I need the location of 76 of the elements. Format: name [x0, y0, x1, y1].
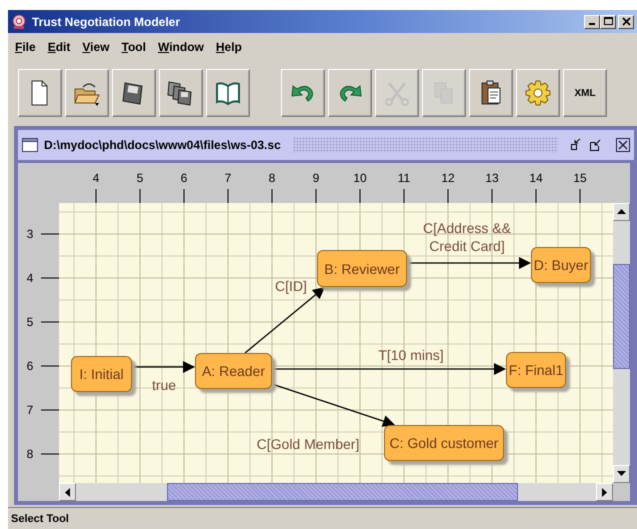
ruler-label: 15 [573, 171, 587, 185]
save-all-button[interactable] [159, 69, 203, 117]
ruler-label: 8 [26, 447, 34, 461]
state-node[interactable]: C: Gold customer [384, 425, 504, 461]
ruler-label: 5 [136, 171, 144, 185]
transition-label: C[Gold Member] [256, 435, 360, 453]
ruler-label: 4 [92, 171, 100, 185]
scroll-right-button[interactable] [596, 483, 613, 501]
transition-label: true [152, 376, 176, 394]
vertical-scrollbar[interactable] [613, 203, 630, 483]
ruler-label: 11 [398, 171, 410, 185]
xml-button[interactable]: XML [563, 69, 607, 117]
maximize-window-icon [589, 138, 602, 152]
ruler-label: 9 [312, 171, 320, 185]
transition-label: T[10 mins] [378, 346, 444, 364]
close-icon [622, 17, 630, 26]
state-node[interactable]: B: Reviewer [317, 250, 407, 287]
maximize-button[interactable] [600, 14, 616, 28]
menu-item[interactable]: Help [210, 38, 248, 56]
transition-label: C[Address && Credit Card] [422, 219, 512, 255]
status-text: Select Tool [11, 512, 69, 524]
ruler-label: 6 [26, 359, 34, 373]
transition-arrow [132, 361, 195, 373]
menu-item[interactable]: Edit [42, 38, 76, 56]
ruler-label: 3 [26, 227, 34, 241]
menu-item[interactable]: Window [152, 38, 210, 56]
app-icon [11, 14, 27, 30]
document-window-icon [22, 138, 38, 152]
ruler-label: 10 [353, 171, 367, 185]
scrollbar-corner [613, 483, 630, 501]
scroll-right-arrow-icon [602, 488, 608, 496]
close-window-button[interactable] [616, 138, 630, 152]
minimize-button[interactable] [584, 14, 600, 28]
scroll-left-button[interactable] [59, 483, 76, 501]
ruler-label: 14 [529, 171, 543, 185]
ruler-label: 5 [26, 315, 34, 329]
state-node[interactable]: I: Initial [71, 356, 132, 392]
ruler-label: 4 [26, 271, 34, 285]
ruler-label: 12 [441, 171, 455, 185]
scroll-left-arrow-icon [64, 488, 70, 496]
undo-button[interactable] [281, 69, 325, 117]
horizontal-scrollbar[interactable] [59, 483, 613, 501]
menu-item[interactable]: View [76, 38, 116, 56]
scroll-thumb[interactable] [167, 483, 518, 501]
ruler-label: 7 [224, 171, 232, 185]
settings-button[interactable] [516, 69, 560, 117]
gear-icon [524, 79, 552, 107]
ruler-label: 7 [26, 403, 34, 417]
close-icon [616, 138, 630, 152]
scroll-down-button[interactable] [613, 465, 630, 483]
paste-button[interactable] [469, 69, 513, 117]
ruler-label: 6 [180, 171, 188, 185]
scroll-up-button[interactable] [613, 203, 630, 221]
ruler-label: 13 [485, 171, 499, 185]
state-node[interactable]: A: Reader [195, 353, 272, 389]
document-title: D:\mydoc\phd\docs\www04\files\ws-03.sc [44, 138, 281, 152]
menu-item[interactable]: Tool [116, 38, 152, 56]
ruler-label: 8 [268, 171, 276, 185]
open-button[interactable] [65, 69, 109, 117]
scroll-thumb[interactable] [613, 264, 630, 369]
save-button[interactable] [112, 69, 156, 117]
minimize-window-icon [570, 138, 583, 152]
maximize-window-button[interactable] [589, 138, 602, 152]
close-button[interactable] [618, 14, 634, 28]
maximize-icon [604, 17, 612, 26]
redo-button[interactable] [328, 69, 372, 117]
state-node[interactable]: F: Final1 [506, 352, 566, 388]
new-button[interactable] [18, 69, 62, 117]
transition-label: C[ID] [275, 277, 307, 295]
menu-item[interactable]: File [9, 38, 42, 56]
window-title: Trust Negotiation Modeler [32, 14, 182, 28]
state-node[interactable]: D: Buyer [531, 247, 591, 283]
scroll-up-arrow-icon [617, 209, 626, 215]
scroll-down-arrow-icon [617, 471, 626, 477]
book-button[interactable] [206, 69, 250, 117]
minimize-window-button[interactable] [570, 138, 583, 152]
